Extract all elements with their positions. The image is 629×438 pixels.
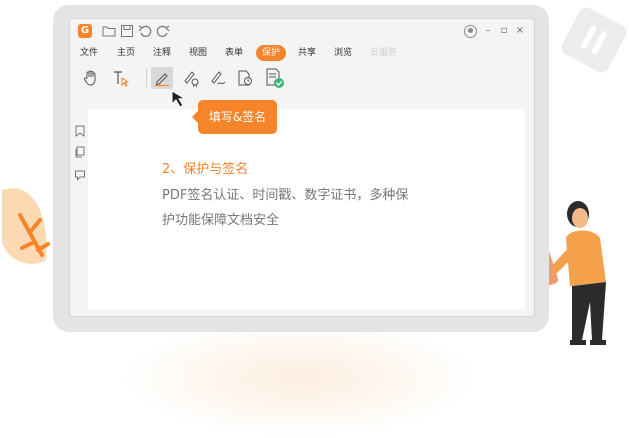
cursor-arrow-icon xyxy=(171,90,187,108)
protect-toolbar xyxy=(70,67,534,93)
minimize-icon[interactable]: – xyxy=(482,25,494,37)
feature-description: PDF签名认证、时间戳、数字证书，多种保 护功能保障文档安全 xyxy=(162,183,452,233)
timestamp-icon[interactable] xyxy=(234,67,256,89)
title-bar: G – ▫ × xyxy=(70,19,534,43)
menu-cloud[interactable]: 云服务 xyxy=(370,45,397,61)
select-text-icon[interactable] xyxy=(110,67,132,89)
menu-annotate[interactable]: 注释 xyxy=(153,45,171,61)
card-decoration xyxy=(558,4,629,76)
redo-icon[interactable] xyxy=(156,24,170,38)
fill-sign-tooltip: 填写&签名 xyxy=(192,100,277,134)
certify-icon[interactable] xyxy=(180,67,202,89)
undo-icon[interactable] xyxy=(138,24,152,38)
menu-protect[interactable]: 保护 xyxy=(256,45,287,61)
bookmark-icon[interactable] xyxy=(74,125,86,137)
menu-form[interactable]: 表单 xyxy=(225,45,243,61)
menu-bar: 文件 主页 注释 视图 表单 保护 共享 浏览 云服务 xyxy=(70,45,534,61)
leaf-decoration xyxy=(2,188,50,264)
fill-sign-icon[interactable] xyxy=(151,67,173,89)
hand-tool-icon[interactable] xyxy=(80,67,102,89)
feature-description-line-1: PDF签名认证、时间戳、数字证书，多种保 xyxy=(162,188,409,203)
app-logo: G xyxy=(78,24,92,38)
user-icon[interactable] xyxy=(464,25,477,38)
menu-home[interactable]: 主页 xyxy=(117,45,135,61)
save-icon[interactable] xyxy=(120,24,134,38)
comments-icon[interactable] xyxy=(74,169,86,181)
menu-share[interactable]: 共享 xyxy=(298,45,316,61)
feature-description-line-2: 护功能保障文档安全 xyxy=(162,213,280,228)
maximize-icon[interactable]: ▫ xyxy=(498,25,510,37)
menu-browse[interactable]: 浏览 xyxy=(334,45,352,61)
feature-heading: 2、保护与签名 xyxy=(162,162,249,177)
validate-icon[interactable] xyxy=(264,67,286,89)
toolbar-divider xyxy=(146,69,147,87)
open-folder-icon[interactable] xyxy=(102,24,116,38)
app-window: G – ▫ × 文件 主页 注释 视图 表单 保护 共享 浏览 云服务 xyxy=(69,18,535,317)
menu-file[interactable]: 文件 xyxy=(80,45,98,61)
close-icon[interactable]: × xyxy=(514,25,526,37)
menu-view[interactable]: 视图 xyxy=(189,45,207,61)
sign-icon[interactable] xyxy=(207,67,229,89)
pages-icon[interactable] xyxy=(74,146,86,158)
background-glow xyxy=(120,318,480,438)
